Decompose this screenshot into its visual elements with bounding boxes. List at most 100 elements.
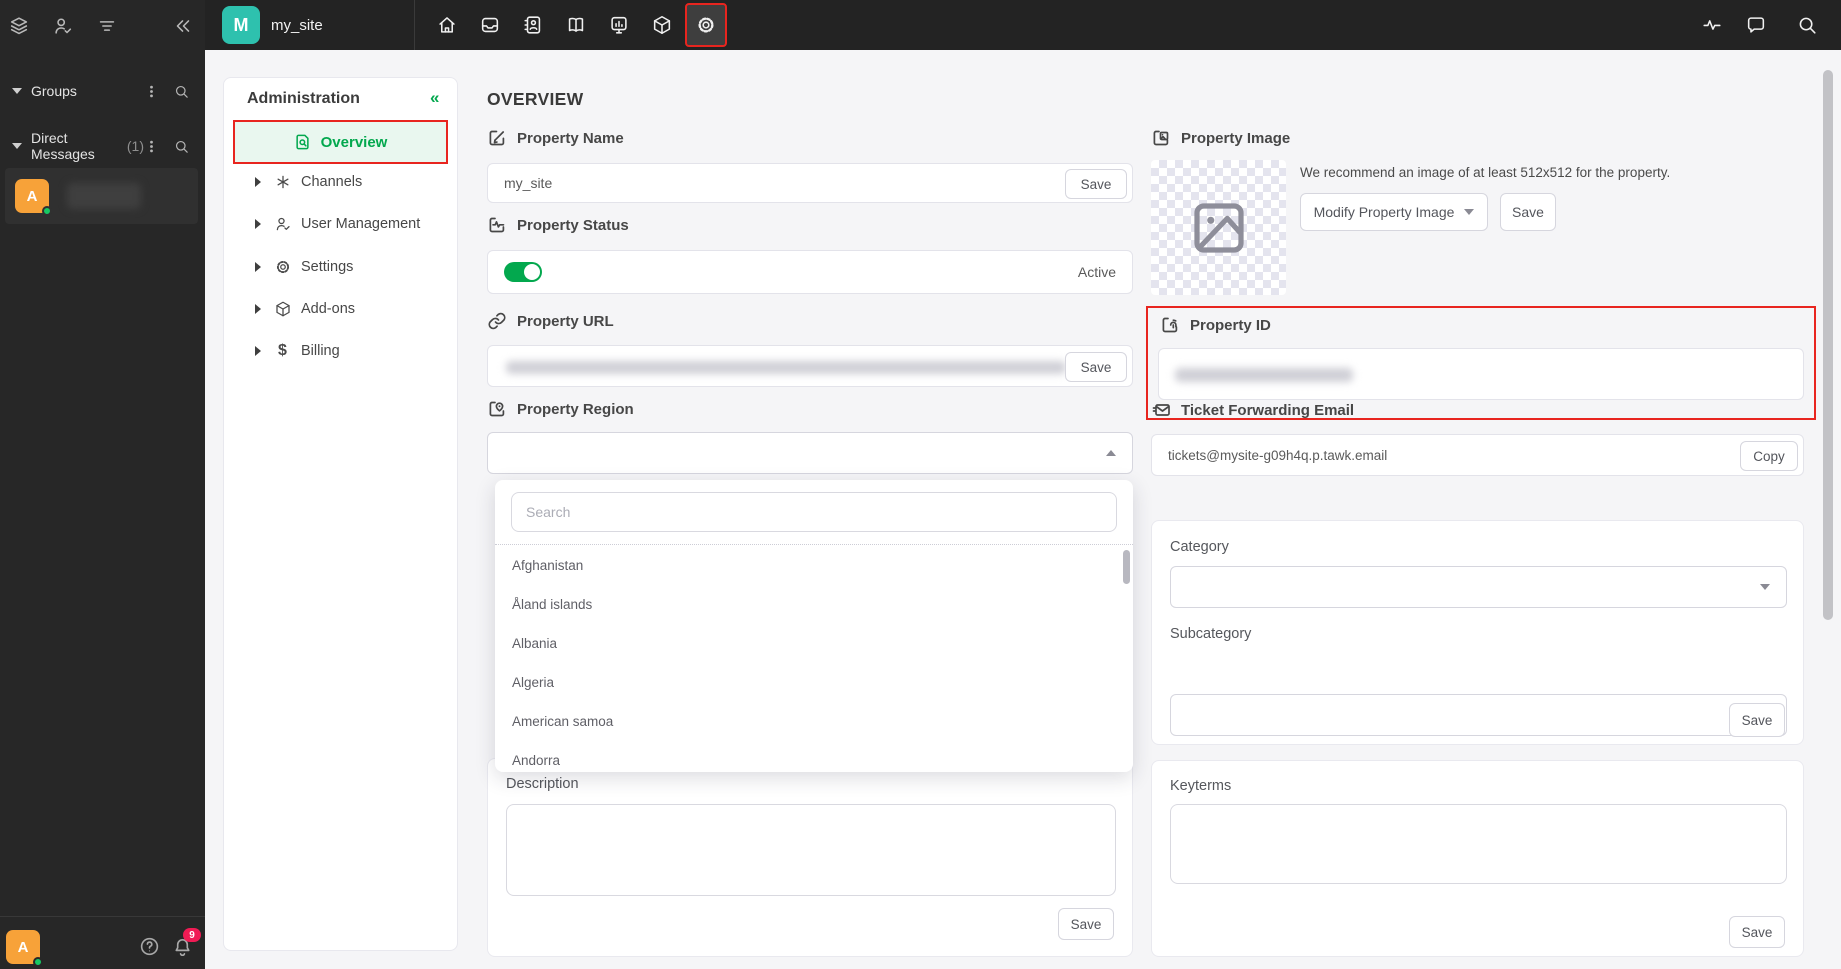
groups-kebab-icon[interactable]: [144, 84, 159, 99]
filter-icon[interactable]: [96, 15, 118, 37]
user-check-icon[interactable]: [52, 15, 74, 37]
chevron-right-icon: [255, 304, 261, 314]
groups-search-icon[interactable]: [173, 83, 190, 100]
property-url-section-label: Property URL: [487, 311, 614, 331]
region-dropdown-panel: Afghanistan Åland islands Albania Algeri…: [495, 480, 1133, 772]
rail-divider: [0, 916, 205, 917]
modify-property-image-button[interactable]: Modify Property Image: [1300, 193, 1488, 231]
property-image-save-button[interactable]: Save: [1500, 193, 1556, 231]
property-status-section-label: Property Status: [487, 215, 629, 235]
groups-section-header[interactable]: Groups: [8, 78, 198, 104]
region-option[interactable]: Åland islands: [495, 585, 1133, 624]
region-option[interactable]: American samoa: [495, 702, 1133, 741]
property-url-value-redacted[interactable]: [506, 361, 1066, 374]
help-icon[interactable]: [138, 935, 161, 958]
sidebar-item-settings[interactable]: Settings: [233, 246, 448, 288]
sidebar-item-overview[interactable]: Overview: [233, 120, 448, 164]
sidebar-item-addons[interactable]: Add-ons: [233, 288, 448, 330]
sidebar-item-label: User Management: [301, 216, 421, 232]
property-status-icon: [487, 215, 507, 235]
online-status-dot: [42, 206, 52, 216]
dm-avatar: A: [15, 179, 52, 216]
property-region-select[interactable]: [487, 432, 1133, 474]
activity-icon[interactable]: [1690, 0, 1733, 50]
dm-count: (1): [126, 138, 144, 154]
region-option[interactable]: Andorra: [495, 741, 1133, 772]
sidebar-item-channels[interactable]: Channels: [233, 161, 448, 203]
page-scrollbar-thumb[interactable]: [1823, 70, 1833, 620]
ticket-forwarding-copy-button[interactable]: Copy: [1740, 441, 1798, 471]
property-id-value-redacted[interactable]: [1175, 368, 1353, 382]
nav-reporting-icon[interactable]: [597, 0, 640, 50]
property-id-icon: [1160, 315, 1180, 335]
region-option[interactable]: Albania: [495, 624, 1133, 663]
property-image-icon: [1151, 128, 1171, 148]
property-url-icon: [487, 311, 507, 331]
dm-section-header[interactable]: Direct Messages (1): [8, 130, 198, 162]
dm-conversation-item[interactable]: A: [5, 168, 198, 224]
property-name-save-button[interactable]: Save: [1065, 169, 1127, 199]
category-label: Category: [1170, 539, 1229, 555]
sidebar-item-user-management[interactable]: User Management: [233, 203, 448, 245]
property-region-section-label: Property Region: [487, 399, 634, 419]
nav-inbox-icon[interactable]: [468, 0, 511, 50]
description-save-button[interactable]: Save: [1058, 908, 1114, 940]
topbar: M my_site: [205, 0, 1841, 50]
sidebar-item-label: Add-ons: [301, 301, 356, 317]
property-name-row: my_site Save: [487, 163, 1133, 203]
chevron-down-icon: [12, 143, 22, 149]
dropdown-divider: [495, 544, 1133, 545]
property-name-label[interactable]: my_site: [271, 0, 323, 50]
region-option[interactable]: Afghanistan: [495, 546, 1133, 585]
chevron-right-icon: [255, 346, 261, 356]
sidebar-item-billing[interactable]: $ Billing: [233, 330, 448, 372]
region-option[interactable]: Algeria: [495, 663, 1133, 702]
subcategory-label: Subcategory: [1170, 626, 1252, 642]
layers-icon[interactable]: [8, 15, 30, 37]
description-textarea[interactable]: [506, 804, 1116, 896]
property-id-row: [1158, 348, 1804, 400]
property-status-toggle[interactable]: [504, 262, 542, 282]
ticket-forwarding-value[interactable]: tickets@mysite-g09h4q.p.tawk.email: [1152, 448, 1387, 463]
chevron-down-icon: [12, 88, 22, 94]
billing-dollar-icon: $: [278, 342, 287, 359]
user-avatar[interactable]: A: [6, 930, 43, 967]
region-search-input[interactable]: [511, 492, 1117, 532]
nav-knowledge-base-icon[interactable]: [554, 0, 597, 50]
settings-gear-icon: [273, 258, 292, 277]
app-root: Groups Direct Messages (1) A A 9 M my_si…: [0, 0, 1841, 969]
chevron-down-icon: [1464, 209, 1475, 215]
notification-badge: 9: [183, 928, 201, 942]
dm-search-icon[interactable]: [173, 138, 190, 155]
addons-box-icon: [273, 300, 292, 319]
category-select[interactable]: [1170, 566, 1787, 608]
property-image-section-label: Property Image: [1151, 128, 1290, 148]
property-name-value[interactable]: my_site: [488, 175, 552, 191]
chevron-down-icon: [1760, 584, 1770, 590]
sidebar-item-label: Billing: [301, 343, 340, 359]
nav-addons-icon[interactable]: [640, 0, 683, 50]
sidebar-item-label: Settings: [301, 259, 354, 275]
messages-icon[interactable]: [1734, 0, 1777, 50]
global-search-icon[interactable]: [1785, 0, 1828, 50]
nav-home-icon[interactable]: [425, 0, 468, 50]
sidebar-item-label: Channels: [301, 174, 363, 190]
user-management-icon: [273, 215, 292, 234]
dropdown-scrollbar-thumb[interactable]: [1123, 550, 1130, 584]
dm-kebab-icon[interactable]: [144, 139, 159, 154]
category-save-button[interactable]: Save: [1729, 703, 1785, 737]
dm-contact-name-redacted: [67, 183, 141, 209]
property-url-save-button[interactable]: Save: [1065, 352, 1127, 382]
page-title: OVERVIEW: [487, 89, 584, 109]
subcategory-select[interactable]: [1170, 694, 1787, 736]
nav-contacts-icon[interactable]: [511, 0, 554, 50]
administration-title: Administration: [247, 90, 360, 107]
topbar-divider: [414, 0, 415, 50]
nav-administration-icon[interactable]: [685, 3, 727, 47]
property-image-placeholder[interactable]: [1151, 160, 1286, 295]
panel-collapse-icon[interactable]: «: [430, 88, 439, 108]
collapse-rail-icon[interactable]: [172, 15, 194, 37]
keyterms-textarea[interactable]: [1170, 804, 1787, 884]
keyterms-save-button[interactable]: Save: [1729, 916, 1785, 948]
property-avatar[interactable]: M: [222, 6, 260, 44]
